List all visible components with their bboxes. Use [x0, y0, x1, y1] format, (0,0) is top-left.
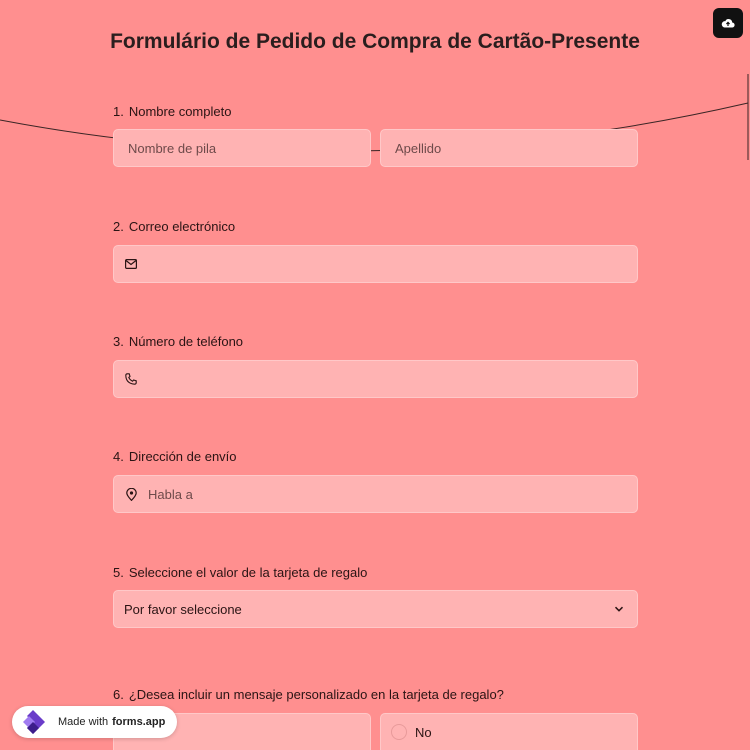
question-label: 5. Seleccione el valor de la tarjeta de … — [113, 565, 638, 580]
last-name-input[interactable] — [381, 130, 637, 166]
question-label: 4. Dirección de envío — [113, 449, 638, 464]
last-name-field[interactable] — [380, 129, 638, 167]
question-text: Número de teléfono — [128, 334, 244, 349]
question-personal-message: 6. ¿Desea incluir un mensaje personaliza… — [113, 687, 638, 702]
gift-value-select[interactable]: Por favor seleccione — [113, 590, 638, 628]
form-title: Formulário de Pedido de Compra de Cartão… — [110, 30, 640, 53]
forms-app-logo — [23, 710, 45, 734]
question-gift-value: 5. Seleccione el valor de la tarjeta de … — [113, 565, 638, 580]
question-label: 2. Correo electrónico — [113, 219, 638, 234]
question-text: Dirección de envío — [128, 449, 237, 464]
phone-field[interactable] — [113, 360, 638, 398]
question-label: 6. ¿Desea incluir un mensaje personaliza… — [113, 687, 638, 702]
question-full-name: 1. Nombre completo — [113, 104, 638, 119]
address-input[interactable] — [138, 476, 637, 512]
upload-button[interactable] — [713, 8, 743, 38]
question-text: ¿Desea incluir un mensaje personalizado … — [128, 687, 504, 702]
question-number: 1. — [113, 104, 124, 119]
mail-icon — [124, 257, 138, 271]
question-text: Seleccione el valor de la tarjeta de reg… — [128, 565, 368, 580]
badge-brand: forms.app — [112, 716, 166, 728]
question-address: 4. Dirección de envío — [113, 449, 638, 464]
question-number: 2. — [113, 219, 124, 234]
question-label: 3. Número de teléfono — [113, 334, 638, 349]
radio-option-no[interactable]: No — [380, 713, 638, 750]
address-field[interactable] — [113, 475, 638, 513]
question-label: 1. Nombre completo — [113, 104, 638, 119]
badge-prefix: Made with — [58, 716, 109, 728]
question-number: 5. — [113, 565, 124, 580]
question-phone: 3. Número de teléfono — [113, 334, 638, 349]
email-field[interactable] — [113, 245, 638, 283]
select-value: Por favor seleccione — [124, 601, 242, 617]
radio-circle[interactable] — [391, 724, 407, 740]
question-number: 6. — [113, 687, 124, 702]
cloud-upload-icon — [721, 19, 735, 28]
map-pin-icon — [124, 487, 138, 501]
first-name-field[interactable] — [113, 129, 371, 167]
question-text: Nombre completo — [128, 104, 232, 119]
phone-input[interactable] — [138, 361, 637, 397]
radio-label-no: No — [415, 724, 432, 740]
made-with-badge[interactable]: Made with forms.app — [12, 706, 178, 738]
email-input[interactable] — [138, 246, 637, 282]
question-number: 4. — [113, 449, 124, 464]
question-number: 3. — [113, 334, 124, 349]
question-text: Correo electrónico — [128, 219, 236, 234]
question-email: 2. Correo electrónico — [113, 219, 638, 234]
phone-icon — [124, 372, 138, 386]
chevron-down-icon — [614, 606, 624, 612]
first-name-input[interactable] — [114, 130, 370, 166]
